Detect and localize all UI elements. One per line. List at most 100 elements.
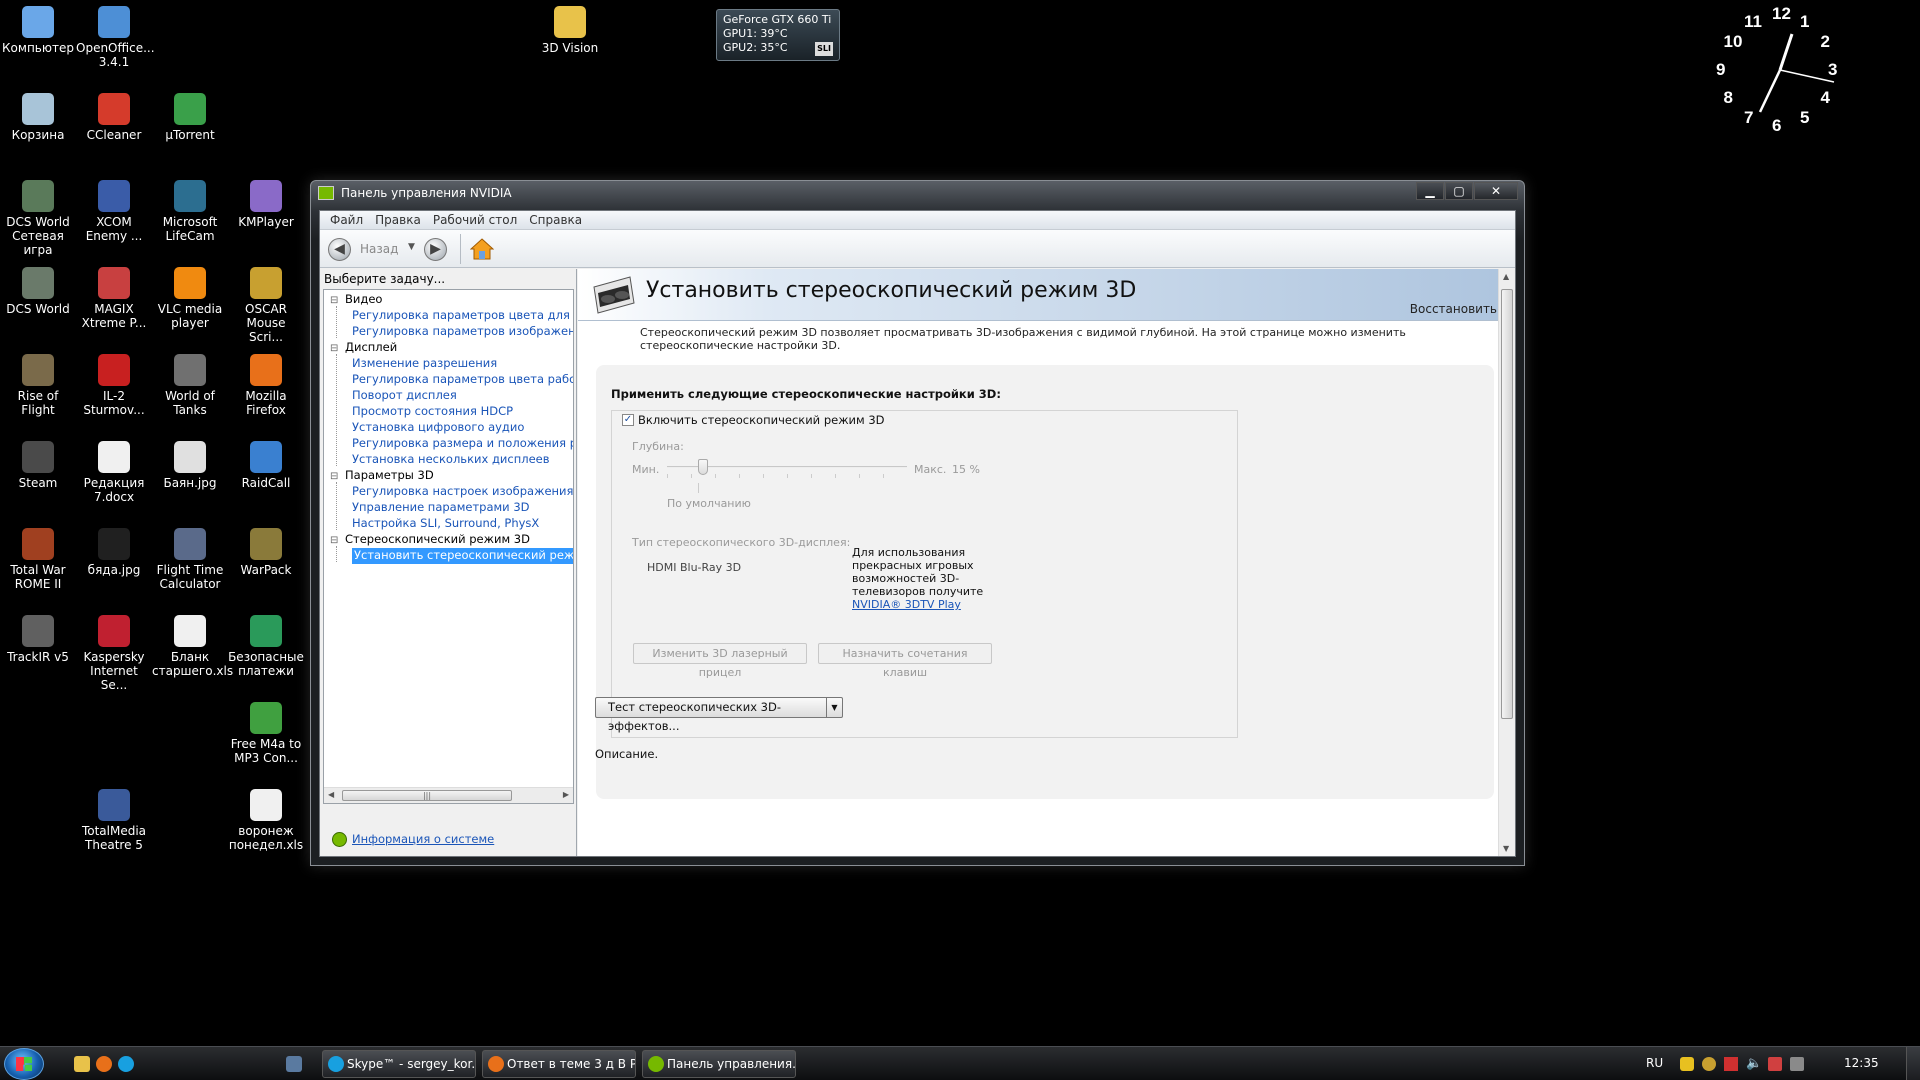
desktop-icon[interactable]: DCS World [0, 261, 76, 316]
back-label[interactable]: Назад [360, 242, 398, 256]
desktop-icon[interactable]: CCleaner [76, 87, 152, 142]
desktop-icon[interactable]: VLC media player [152, 261, 228, 330]
tree-category[interactable]: Стереоскопический режим 3D [330, 532, 530, 548]
firefox-quicklaunch-icon[interactable] [96, 1056, 112, 1072]
desktop-icon[interactable]: WarPack [228, 522, 304, 577]
desktop-icon[interactable]: Microsoft LifeCam [152, 174, 228, 243]
tree-item[interactable]: Регулировка параметров изображения д [352, 324, 573, 340]
tree-item[interactable]: Установить стереоскопический режим 3 [352, 548, 573, 564]
tree-horizontal-scrollbar[interactable]: ◀ ||| ▶ [324, 787, 573, 803]
tree-item[interactable]: Изменение разрешения [352, 356, 497, 372]
menu-edit[interactable]: Правка [369, 211, 427, 229]
tree-item[interactable]: Установка нескольких дисплеев [352, 452, 550, 468]
desktop-icon[interactable]: MAGIX Xtreme P... [76, 261, 152, 330]
tree-category[interactable]: Параметры 3D [330, 468, 434, 484]
desktop-icon[interactable]: Steam [0, 435, 76, 490]
taskbar-button[interactable]: Ответ в теме 3 д В Р... [482, 1050, 636, 1078]
test-dropdown-icon[interactable]: ▼ [826, 698, 842, 717]
test-stereo-effects-button[interactable]: Тест стереоскопических 3D-эффектов... ▼ [595, 697, 843, 733]
desktop-icon[interactable]: DCS World Сетевая игра [0, 174, 76, 257]
desktop-icon[interactable]: OpenOffice... 3.4.1 [76, 0, 155, 69]
desktop-icon[interactable]: TrackIR v5 [0, 609, 76, 664]
gpu-temperature-gadget[interactable]: GeForce GTX 660 Ti GPU1: 39°C GPU2: 35°C… [716, 9, 840, 61]
desktop-icon[interactable]: воронеж понедел.xls [228, 783, 304, 852]
app-tray-icon[interactable] [286, 1056, 302, 1072]
tree-item[interactable]: Регулировка параметров цвета для вид [352, 308, 573, 324]
history-dropdown-icon[interactable]: ▼ [408, 242, 415, 252]
maximize-button[interactable]: ▢ [1445, 182, 1473, 200]
depth-slider[interactable] [667, 459, 907, 475]
window-titlebar[interactable]: Панель управления NVIDIA ▁ ▢ ✕ [311, 181, 1524, 205]
desktop-icon[interactable]: бяда.jpg [76, 522, 152, 577]
start-button[interactable] [4, 1048, 44, 1080]
network-icon[interactable] [1790, 1057, 1804, 1071]
clock-gadget[interactable]: 12 1 2 3 4 5 6 7 8 9 10 11 [1706, 4, 1854, 136]
desktop-icon[interactable]: µTorrent [152, 87, 228, 142]
nvidia-control-panel-window[interactable]: Панель управления NVIDIA ▁ ▢ ✕ Файл Прав… [310, 180, 1525, 866]
desktop-icon[interactable]: Rise of Flight [0, 348, 76, 417]
desktop-icon[interactable]: XCOM Enemy ... [76, 174, 152, 243]
3dtv-play-link[interactable]: NVIDIA® 3DTV Play [852, 598, 961, 611]
tree-category[interactable]: Видео [330, 292, 382, 308]
desktop-icon[interactable]: World of Tanks [152, 348, 228, 417]
taskbar-button[interactable]: Панель управления... [642, 1050, 796, 1078]
tree-category[interactable]: Дисплей [330, 340, 397, 356]
desktop-icon[interactable]: Редакция 7.docx [76, 435, 152, 504]
show-desktop-button[interactable] [1906, 1047, 1920, 1080]
menu-file[interactable]: Файл [324, 211, 369, 229]
desktop-icon[interactable]: OSCAR Mouse Scri... [228, 261, 304, 344]
depth-slider-knob[interactable] [698, 459, 708, 475]
enable-stereo-checkbox[interactable]: ✓ Включить стереоскопический режим 3D [622, 413, 885, 427]
tree-item[interactable]: Регулировка параметров цвета рабочег [352, 372, 573, 388]
checkmark-icon[interactable]: ✓ [622, 414, 634, 426]
tree-item[interactable]: Поворот дисплея [352, 388, 457, 404]
tree-item[interactable]: Регулировка размера и положения рабо [352, 436, 573, 452]
tree-scroll-thumb[interactable]: ||| [342, 790, 512, 801]
explorer-quicklaunch-icon[interactable] [74, 1056, 90, 1072]
desktop-icon[interactable]: Mozilla Firefox [228, 348, 304, 417]
tree-item[interactable]: Просмотр состояния HDCP [352, 404, 513, 420]
close-button[interactable]: ✕ [1474, 182, 1518, 200]
minimize-button[interactable]: ▁ [1416, 182, 1444, 200]
menu-desktop[interactable]: Рабочий стол [427, 211, 523, 229]
content-vertical-scrollbar[interactable]: ▲ ▼ [1498, 269, 1515, 856]
desktop-icon[interactable]: Корзина [0, 87, 76, 142]
notification-icon[interactable] [1680, 1057, 1694, 1071]
taskbar-button[interactable]: Skype™ - sergey_kor... [322, 1050, 476, 1078]
desktop-icon[interactable]: Баян.jpg [152, 435, 228, 490]
taskbar-clock[interactable]: 12:35 [1844, 1056, 1879, 1070]
scroll-up-icon[interactable]: ▲ [1503, 272, 1509, 281]
desktop-icon[interactable]: Free M4a to MP3 Con... [228, 696, 304, 765]
tree-item[interactable]: Регулировка настроек изображения с пр [352, 484, 573, 500]
change-laser-sight-button[interactable]: Изменить 3D лазерный прицел [633, 643, 807, 679]
tree-item[interactable]: Установка цифрового аудио [352, 420, 524, 436]
forward-button[interactable]: ▶ [424, 238, 447, 261]
scroll-right-icon[interactable]: ▶ [563, 790, 569, 799]
system-info-link[interactable]: Информация о системе [332, 832, 494, 847]
desktop-icon[interactable]: TotalMedia Theatre 5 [76, 783, 152, 852]
desktop-icon[interactable]: KMPlayer [228, 174, 304, 229]
action-center-icon[interactable] [1768, 1057, 1782, 1071]
skype-quicklaunch-icon[interactable] [118, 1056, 134, 1072]
task-tree[interactable]: ◀ ||| ▶ ВидеоРегулировка параметров цвет… [323, 289, 574, 804]
back-button[interactable]: ◀ [328, 238, 351, 261]
desktop-icon[interactable]: RaidCall [228, 435, 304, 490]
set-hotkeys-button[interactable]: Назначить сочетания клавиш [818, 643, 992, 679]
home-icon[interactable] [470, 238, 494, 260]
desktop-icon[interactable]: IL-2 Sturmov... [76, 348, 152, 417]
scroll-down-icon[interactable]: ▼ [1503, 844, 1509, 853]
desktop-icon[interactable]: Бланк старшего.xls [152, 609, 233, 678]
content-scroll-thumb[interactable] [1501, 289, 1513, 719]
desktop-icon[interactable]: Компьютер [0, 0, 76, 55]
desktop-icon[interactable]: Безопасные платежи [228, 609, 304, 678]
desktop-icon[interactable]: Total War ROME II [0, 522, 76, 591]
tree-item[interactable]: Управление параметрами 3D [352, 500, 530, 516]
language-indicator[interactable]: RU [1646, 1056, 1663, 1070]
desktop-icon[interactable]: 3D Vision [532, 0, 608, 55]
menu-help[interactable]: Справка [523, 211, 588, 229]
desktop-icon[interactable]: Flight Time Calculator [152, 522, 228, 591]
tray-app-icon[interactable] [1702, 1057, 1716, 1071]
restore-defaults-link[interactable]: Восстановить [1410, 302, 1497, 316]
volume-icon[interactable]: 🔈 [1746, 1057, 1762, 1071]
tree-item[interactable]: Настройка SLI, Surround, PhysX [352, 516, 539, 532]
